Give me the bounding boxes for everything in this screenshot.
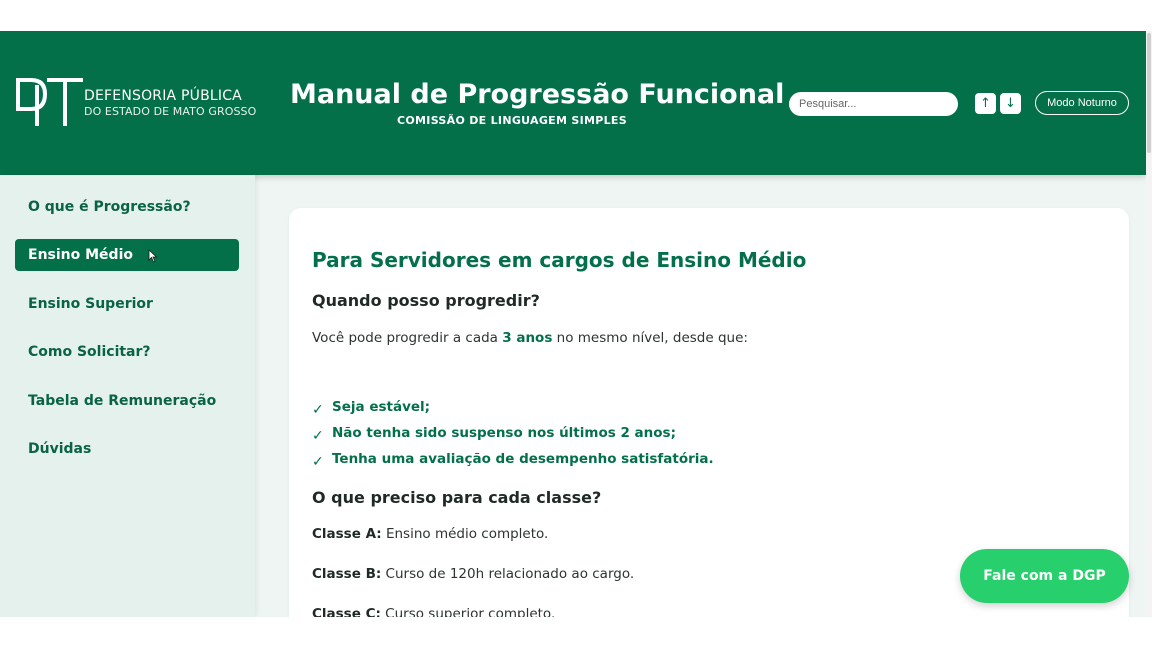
class-text: Ensino médio completo.	[381, 526, 549, 542]
section-title-when: Quando posso progredir?	[312, 291, 540, 310]
content-heading: Para Servidores em cargos de Ensino Médi…	[312, 248, 807, 272]
mouse-pointer-icon	[148, 249, 158, 263]
search-previous-button[interactable]: ↑	[975, 93, 996, 114]
sidebar-item-ensino-medio[interactable]: Ensino Médio	[15, 239, 239, 271]
intro-highlight: 3 anos	[502, 330, 553, 346]
page-title: Manual de Progressão Funcional	[290, 79, 785, 110]
sidebar-item-duvidas[interactable]: Dúvidas	[15, 433, 239, 465]
night-mode-button[interactable]: Modo Noturno	[1035, 91, 1129, 115]
sidebar-nav: O que é Progressão? Ensino Médio Ensino …	[0, 175, 255, 617]
intro-text-before: Você pode progredir a cada	[312, 330, 503, 346]
class-row: Classe A: Ensino médio completo.	[312, 526, 548, 542]
class-label: Classe B:	[312, 566, 382, 582]
page-title-block: Manual de Progressão Funcional COMISSÃO …	[290, 78, 785, 127]
check-icon: ✓	[312, 401, 324, 418]
condition-text: Seja estável;	[332, 398, 431, 415]
class-label: Classe C:	[312, 606, 381, 617]
section-title-classes: O que preciso para cada classe?	[312, 488, 602, 507]
sidebar-item-o-que-e-progressao[interactable]: O que é Progressão?	[15, 191, 239, 223]
list-item: ✓ Não tenha sido suspenso nos últimos 2 a…	[312, 422, 676, 444]
class-text: Curso de 120h relacionado ao cargo.	[381, 566, 635, 582]
app-frame: DEFENSORIA PÚBLICA DO ESTADO DE MATO GRO…	[0, 31, 1146, 617]
list-item: ✓ Seja estável;	[312, 396, 431, 418]
class-text: Curso superior completo.	[380, 606, 556, 617]
defensoria-logo-icon	[16, 78, 83, 126]
top-header: DEFENSORIA PÚBLICA DO ESTADO DE MATO GRO…	[0, 31, 1146, 175]
brand-name: DEFENSORIA PÚBLICA	[84, 88, 242, 104]
search-next-button[interactable]: ↓	[1000, 93, 1021, 114]
search-input[interactable]	[789, 92, 958, 116]
check-icon: ✓	[312, 453, 324, 470]
intro-text-after: no mesmo nível, desde que:	[552, 330, 748, 346]
brand-state: DO ESTADO DE MATO GROSSO	[84, 105, 257, 118]
class-row: Classe B: Curso de 120h relacionado ao c…	[312, 566, 634, 582]
check-icon: ✓	[312, 427, 324, 444]
list-item: ✓ Tenha uma avaliação de desempenho satis…	[312, 448, 714, 470]
sidebar-item-tabela-de-remuneracao[interactable]: Tabela de Remuneração	[15, 385, 239, 417]
scrollbar-thumb[interactable]	[1147, 33, 1151, 153]
sidebar-item-como-solicitar[interactable]: Como Solicitar?	[15, 336, 239, 368]
class-label: Classe A:	[312, 526, 382, 542]
page-scrollbar[interactable]	[1146, 31, 1152, 617]
page-subtitle: COMISSÃO DE LINGUAGEM SIMPLES	[397, 114, 627, 127]
brand-text: DEFENSORIA PÚBLICA DO ESTADO DE MATO GRO…	[84, 88, 256, 118]
intro-paragraph: Você pode progredir a cada 3 anos no mes…	[312, 330, 748, 346]
contact-dgp-button[interactable]: Fale com a DGP	[960, 549, 1129, 603]
condition-text: Tenha uma avaliação de desempenho satisf…	[332, 450, 714, 467]
condition-text: Não tenha sido suspenso nos últimos 2 an…	[332, 424, 676, 441]
class-row: Classe C: Curso superior completo.	[312, 606, 555, 617]
sidebar-item-ensino-superior[interactable]: Ensino Superior	[15, 288, 239, 320]
